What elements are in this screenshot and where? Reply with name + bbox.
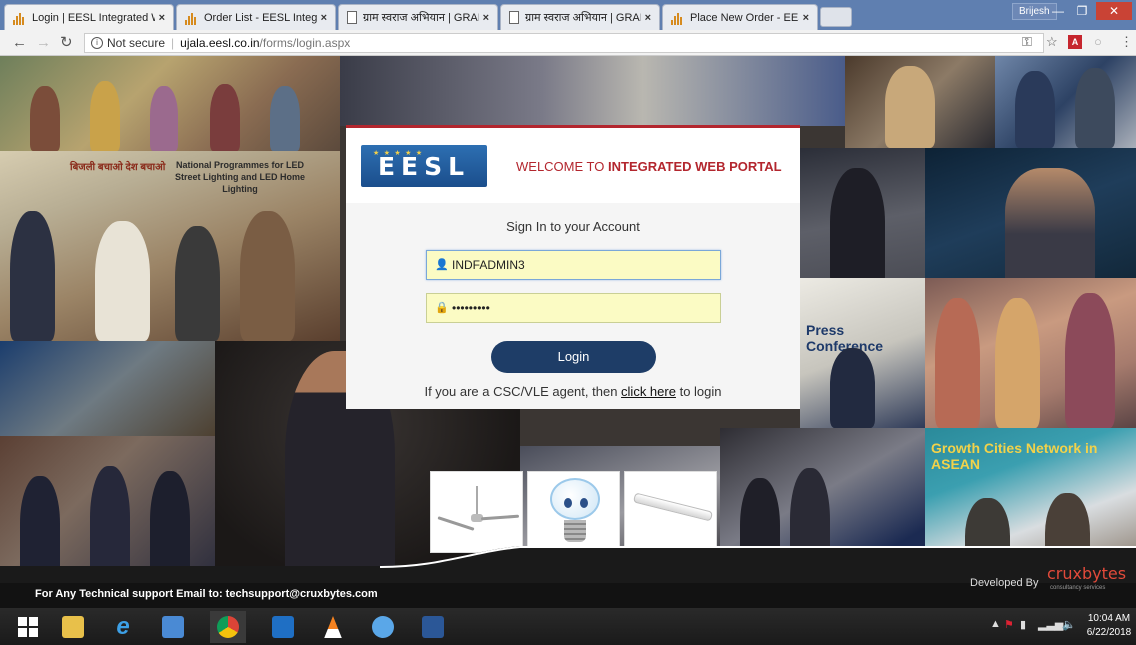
username-field[interactable]: 👤 bbox=[426, 250, 721, 280]
volume-icon[interactable]: 🔈 bbox=[1062, 618, 1076, 631]
tab-title: ग्राम स्वराज अभियान | GRAI bbox=[363, 12, 479, 24]
network-app-icon[interactable] bbox=[155, 611, 191, 643]
welcome-emphasis: INTEGRATED WEB PORTAL bbox=[608, 159, 782, 174]
login-button[interactable]: Login bbox=[491, 341, 656, 373]
login-card: ★ ★ ★ ★ ★ EESL WELCOME TO INTEGRATED WEB… bbox=[346, 125, 800, 409]
password-input[interactable] bbox=[452, 301, 702, 315]
welcome-prefix: WELCOME TO bbox=[516, 159, 605, 174]
welcome-heading: WELCOME TO INTEGRATED WEB PORTAL bbox=[516, 159, 782, 174]
password-field[interactable]: 🔒 bbox=[426, 293, 721, 323]
tab-place-new-order[interactable]: Place New Order - EESL I × bbox=[662, 4, 818, 30]
collage-photo bbox=[340, 56, 845, 126]
forward-arrow-icon[interactable]: → bbox=[36, 34, 51, 52]
login-card-header: ★ ★ ★ ★ ★ EESL WELCOME TO INTEGRATED WEB… bbox=[346, 128, 800, 203]
tab-title: ग्राम स्वराज अभियान | GRAI bbox=[525, 12, 641, 24]
security-label: Not secure bbox=[107, 36, 166, 50]
minimize-icon[interactable]: — bbox=[1046, 2, 1070, 20]
url-path: /forms/login.aspx bbox=[259, 36, 351, 50]
info-icon[interactable]: i bbox=[91, 37, 103, 49]
document-icon bbox=[509, 11, 519, 24]
tab-title: Place New Order - EESL I bbox=[690, 11, 799, 24]
eesl-logo: ★ ★ ★ ★ ★ EESL bbox=[361, 145, 487, 187]
tab-close-icon[interactable]: × bbox=[645, 12, 651, 24]
collage-photo bbox=[845, 56, 995, 148]
pdf-extension-icon[interactable]: A bbox=[1068, 35, 1082, 49]
clock-time: 10:04 AM bbox=[1087, 613, 1131, 624]
tray-expand-icon[interactable]: ▲ bbox=[990, 618, 1001, 630]
conference-text: Press Conference bbox=[806, 322, 884, 354]
collage-photo bbox=[925, 278, 1136, 428]
user-icon: 👤 bbox=[435, 258, 449, 271]
tab-title: Login | EESL Integrated W bbox=[32, 11, 155, 24]
word-icon[interactable] bbox=[415, 611, 451, 643]
eesl-favicon-icon bbox=[13, 11, 27, 25]
csc-login-prompt: If you are a CSC/VLE agent, then click h… bbox=[346, 384, 800, 399]
tab-order-list[interactable]: Order List - EESL Integrat × bbox=[176, 4, 336, 30]
chrome-icon[interactable] bbox=[210, 611, 246, 643]
battery-icon[interactable]: ▮ bbox=[1020, 618, 1026, 631]
signin-title: Sign In to your Account bbox=[506, 219, 640, 234]
vlc-icon[interactable] bbox=[315, 611, 351, 643]
address-bar[interactable]: i Not secure | ujala.eesl.co.in/forms/lo… bbox=[84, 33, 1044, 53]
back-arrow-icon[interactable]: ← bbox=[12, 34, 27, 52]
collage-photo-poster: बिजली बचाओ देश बचाओ National Programmes … bbox=[0, 151, 340, 341]
tab-login[interactable]: Login | EESL Integrated W × bbox=[4, 4, 174, 30]
clock-date: 6/22/2018 bbox=[1086, 627, 1132, 638]
username-input[interactable] bbox=[452, 258, 702, 272]
divider: | bbox=[171, 36, 175, 50]
eesl-favicon-icon bbox=[185, 11, 199, 25]
browser-toolbar: ← → ↻ i Not secure | ujala.eesl.co.in/fo… bbox=[0, 30, 1136, 56]
tab-close-icon[interactable]: × bbox=[483, 12, 489, 24]
lock-icon: 🔒 bbox=[435, 301, 449, 314]
support-email-text: For Any Technical support Email to: tech… bbox=[35, 588, 378, 600]
collage-photo bbox=[995, 56, 1136, 148]
collage-photo bbox=[0, 341, 215, 436]
windows-logo-icon bbox=[18, 617, 38, 637]
restore-icon[interactable]: ❐ bbox=[1070, 2, 1094, 20]
browser-tab-strip: Login | EESL Integrated W × Order List -… bbox=[0, 0, 1136, 30]
poster-hindi-text: बिजली बचाओ देश बचाओ bbox=[70, 162, 166, 173]
key-icon[interactable]: ⚿ bbox=[1022, 34, 1032, 50]
url-host: ujala.eesl.co.in bbox=[180, 36, 260, 50]
taskbar-clock[interactable]: 10:04 AM 6/22/2018 bbox=[1082, 612, 1136, 640]
star-icon[interactable]: ☆ bbox=[1046, 34, 1058, 50]
new-tab-button[interactable] bbox=[820, 7, 852, 27]
login-form: Sign In to your Account 👤 🔒 Login If you… bbox=[346, 203, 800, 409]
csc-prefix: If you are a CSC/VLE agent, then bbox=[424, 384, 618, 399]
document-icon bbox=[347, 11, 357, 24]
tab-close-icon[interactable]: × bbox=[803, 12, 809, 24]
windows-taskbar: e ▲ ⚑ ▮ ▂▃▅ 🔈 10:04 AM 6/22/2018 bbox=[0, 608, 1136, 645]
tab-title: Order List - EESL Integrat bbox=[204, 11, 317, 24]
tab-close-icon[interactable]: × bbox=[321, 12, 327, 24]
collage-photo-conference: Press Conference bbox=[800, 278, 925, 428]
collage-photo bbox=[925, 148, 1136, 278]
eesl-favicon-icon bbox=[671, 11, 685, 25]
developed-by-label: Developed By bbox=[970, 577, 1039, 589]
app-icon[interactable] bbox=[365, 611, 401, 643]
file-explorer-icon[interactable] bbox=[55, 611, 91, 643]
asean-text: Growth Cities Network in ASEAN bbox=[931, 440, 1098, 472]
tab-gram-swaraj-1[interactable]: ग्राम स्वराज अभियान | GRAI × bbox=[338, 4, 498, 30]
signal-icon[interactable]: ▂▃▅ bbox=[1038, 618, 1063, 631]
csc-click-here-link[interactable]: click here bbox=[621, 384, 676, 399]
start-button[interactable] bbox=[10, 611, 46, 643]
tab-gram-swaraj-2[interactable]: ग्राम स्वराज अभियान | GRAI × bbox=[500, 4, 660, 30]
cruxbytes-logo: cruxbytes bbox=[1047, 564, 1127, 583]
page-viewport: बिजली बचाओ देश बचाओ National Programmes … bbox=[0, 56, 1136, 608]
extension-icon[interactable]: ○ bbox=[1094, 34, 1102, 49]
internet-explorer-icon[interactable]: e bbox=[105, 611, 141, 643]
collage-photo bbox=[0, 56, 340, 151]
reload-icon[interactable]: ↻ bbox=[60, 34, 73, 52]
flag-icon[interactable]: ⚑ bbox=[1004, 618, 1014, 631]
cruxbytes-tagline: consultancy services bbox=[1050, 585, 1106, 591]
outlook-icon[interactable] bbox=[265, 611, 301, 643]
csc-suffix: to login bbox=[679, 384, 722, 399]
close-window-icon[interactable]: ✕ bbox=[1096, 2, 1132, 20]
poster-title-text: National Programmes for LED Street Light… bbox=[174, 160, 305, 194]
tab-close-icon[interactable]: × bbox=[159, 12, 165, 24]
menu-icon[interactable]: ⋮ bbox=[1120, 34, 1133, 50]
